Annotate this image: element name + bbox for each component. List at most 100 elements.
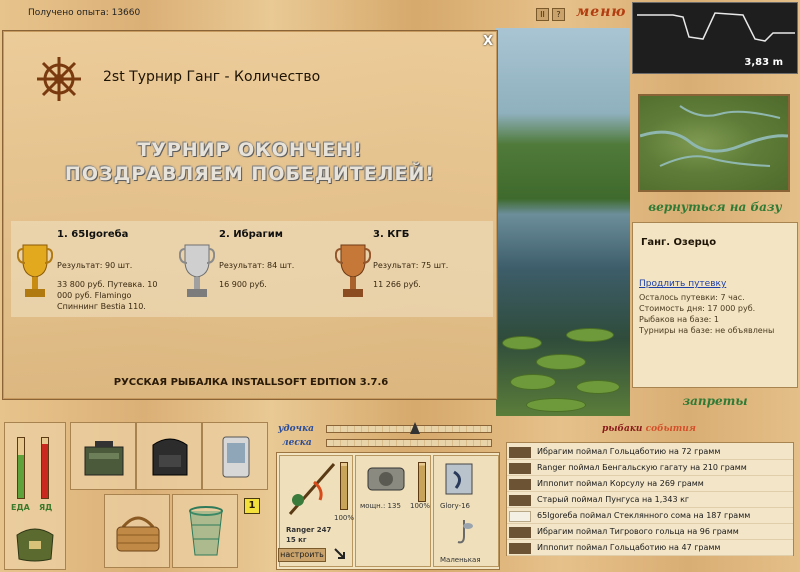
line-tension-label: леска — [282, 438, 312, 448]
close-icon[interactable]: X — [481, 35, 495, 49]
winner-prize: 16 900 руб. — [219, 280, 267, 289]
phone-icon — [222, 436, 250, 478]
tournament-title: 2st Турнир Ганг - Количество — [103, 69, 321, 85]
lure-pack-icon — [445, 463, 473, 495]
feed-header-events[interactable]: события — [646, 424, 696, 434]
fish-dark-icon — [509, 479, 531, 490]
spinning-rod-icon — [288, 463, 336, 515]
winners-list: 1. 65Igoreба Результат: 90 шт. 33 800 ру… — [11, 221, 493, 317]
food-meter — [17, 437, 25, 499]
location-minimap[interactable] — [638, 94, 790, 192]
feed-item: Ranger поймал Бенгальскую гагату на 210 … — [507, 461, 793, 476]
rod-durability: 100% — [334, 514, 355, 522]
reel-slot[interactable]: мощн.: 135 100% — [355, 455, 431, 567]
line-tension-bar — [326, 439, 492, 447]
winner-2: 2. Ибрагим Результат: 84 шт. 16 900 руб. — [175, 221, 331, 317]
winner-3: 3. КГБ Результат: 75 шт. 11 266 руб. — [333, 221, 491, 317]
help-icon[interactable]: ? — [552, 8, 565, 21]
silver-cup-icon — [179, 244, 215, 297]
winner-name: 3. КГБ — [373, 229, 410, 240]
ship-wheel-icon — [37, 57, 81, 101]
feed-item: Ибрагим поймал Тигрового гольца на 96 гр… — [507, 525, 793, 540]
lure-slot[interactable]: Glory-16 Маленькая — [433, 455, 499, 567]
rod-weight: 15 кг — [286, 536, 307, 544]
slot-phone[interactable] — [202, 422, 268, 490]
tournaments-on-base: Турниры на базе: не объявлены — [639, 326, 775, 335]
depth-value: 3,83 m — [744, 57, 783, 68]
reel-icon — [367, 467, 405, 491]
configure-button[interactable]: настроить — [278, 548, 326, 562]
top-bar: Получено опыта: 13660 II? меню — [0, 0, 632, 28]
experience-text: Получено опыта: 13660 — [28, 8, 141, 18]
events-feed: Ибрагим поймал Гольцаботию на 72 грамм R… — [506, 442, 794, 556]
feed-item: Ибрагим поймал Гольцаботию на 72 грамм — [507, 445, 793, 460]
backpack-icon — [152, 438, 188, 476]
lake-scene[interactable] — [496, 28, 630, 416]
rod-tension-label: удочка — [278, 424, 314, 434]
anglers-on-base: Рыбаков на базе: 1 — [639, 315, 719, 324]
feed-item: 65Igoreба поймал Стеклянного сома на 187… — [507, 509, 793, 524]
depth-sonar: 3,83 m — [632, 2, 798, 74]
tension-marker-icon — [410, 422, 420, 434]
winner-name: 1. 65Igoreба — [57, 229, 129, 240]
winner-prize: 33 800 руб. Путевка. 10 000 руб. Flaming… — [57, 280, 158, 311]
fish-dark-icon — [509, 543, 531, 554]
fish-dark-icon — [509, 463, 531, 474]
day-cost: Стоимость дня: 17 000 руб. — [639, 304, 756, 313]
winner-result: Результат: 84 шт. — [219, 261, 295, 270]
pause-icon[interactable]: II — [536, 8, 549, 21]
extend-ticket-link[interactable]: Продлить путевку — [639, 279, 726, 289]
headline-finished: ТУРНИР ОКОНЧЕН! — [137, 139, 363, 161]
edition-text: РУССКАЯ РЫБАЛКА INSTALLSOFT EDITION 3.7.… — [113, 377, 389, 388]
tournament-result-dialog: X 2st Турнир Ганг - Количество ТУРНИР ОК… — [2, 30, 498, 400]
reel-power: мощн.: 135 — [360, 502, 401, 510]
bronze-cup-icon — [335, 244, 371, 297]
winner-1: 1. 65Igoreба Результат: 90 шт. 33 800 ру… — [11, 221, 171, 317]
fish-dark-icon — [509, 527, 531, 538]
bag-icon[interactable] — [13, 521, 57, 563]
needs-panel: ЕДА ЯД — [4, 422, 66, 570]
feed-header-anglers[interactable]: рыбаки — [602, 424, 642, 434]
menu-button[interactable]: меню — [576, 4, 626, 20]
reel-durability-bar — [418, 462, 426, 502]
feed-item: Иппопит поймал Корсулу на 269 грамм — [507, 477, 793, 492]
events-header: рыбаки события — [506, 424, 792, 434]
keepnet-icon — [189, 506, 223, 556]
top-icons: II? — [536, 8, 568, 21]
expand-arrow-icon[interactable] — [334, 548, 346, 560]
location-name: Ганг. Озерцо — [641, 237, 717, 248]
gold-cup-icon — [17, 244, 53, 297]
rod-durability-bar — [340, 462, 348, 510]
winner-result: Результат: 75 шт. — [373, 261, 449, 270]
slot-basket[interactable] — [104, 494, 170, 568]
headline-congrats: ПОЗДРАВЛЯЕМ ПОБЕДИТЕЛЕЙ! — [64, 163, 436, 185]
tackle-box-icon — [84, 441, 124, 476]
fish-dark-icon — [509, 447, 531, 458]
reel-durability: 100% — [410, 502, 431, 510]
bans-button[interactable]: запреты — [632, 394, 798, 408]
slot-keepnet[interactable] — [172, 494, 238, 568]
feed-item: Старый поймал Пунгуса на 1,343 кг — [507, 493, 793, 508]
poison-meter — [41, 437, 49, 499]
fish-dark-icon — [509, 495, 531, 506]
winner-name: 2. Ибрагим — [219, 229, 283, 240]
slot-backpack[interactable] — [136, 422, 202, 490]
winner-result: Результат: 90 шт. — [57, 261, 133, 270]
feed-item: Иппопит поймал Гольцаботию на 47 грамм — [507, 541, 793, 556]
food-label: ЕДА — [11, 503, 30, 512]
rod-tension-bar — [326, 425, 492, 433]
poison-label: ЯД — [39, 503, 53, 512]
rod-name: Ranger 247 — [286, 526, 332, 534]
fish-white-icon — [509, 511, 531, 522]
ticket-remaining: Осталось путевки: 7 час. — [639, 293, 745, 302]
slot-tackle-box[interactable] — [70, 422, 136, 490]
picnic-basket-icon — [116, 516, 160, 552]
location-info-panel: Ганг. Озерцо Продлить путевку Осталось п… — [632, 222, 798, 388]
river-map-icon — [640, 105, 788, 167]
back-to-base-button[interactable]: вернуться на базу — [632, 200, 798, 214]
lure-name: Glory-16 — [440, 502, 470, 510]
hook-icon — [457, 520, 473, 544]
hook-name: Маленькая — [440, 556, 481, 564]
slot-number-badge[interactable]: 1 — [244, 498, 260, 514]
winner-prize: 11 266 руб. — [373, 280, 421, 289]
